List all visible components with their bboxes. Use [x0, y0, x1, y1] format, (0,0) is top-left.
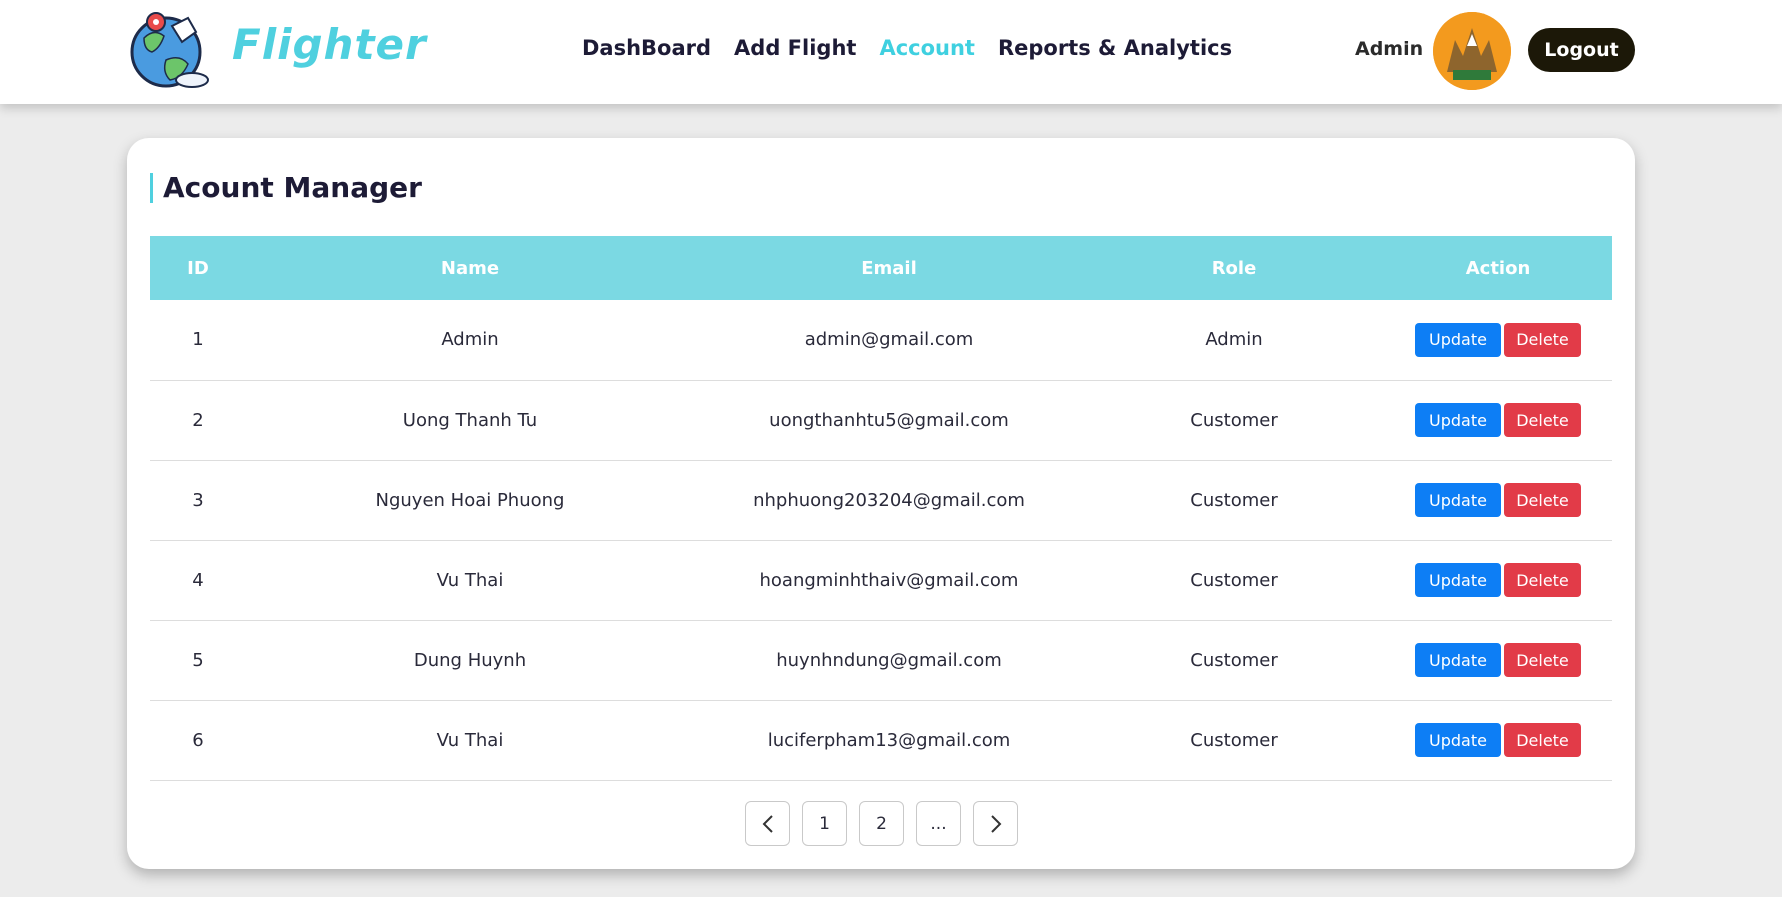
row-name: Nguyen Hoai Phuong: [375, 489, 565, 511]
brand-name[interactable]: Flighter: [232, 20, 427, 69]
logout-button[interactable]: Logout: [1528, 28, 1635, 72]
row-email: huynhndung@gmail.com: [776, 649, 1002, 671]
page-ellipsis-button[interactable]: ...: [916, 801, 961, 846]
row-actions: Update Delete: [1384, 300, 1612, 380]
row-name: Dung Huynh: [413, 649, 527, 671]
globe-plane-logo[interactable]: [126, 8, 214, 92]
row-actions: Update Delete: [1384, 620, 1612, 700]
table-row: 5 Dung Huynh huynhndung@gmail.com Custom…: [150, 620, 1612, 700]
row-name: Vu Thai: [436, 569, 504, 591]
update-button[interactable]: Update: [1415, 643, 1501, 677]
row-actions: Update Delete: [1384, 700, 1612, 780]
accounts-table: ID Name Email Role Action 1 Admin admin@…: [150, 236, 1612, 781]
avatar-image: [1433, 12, 1511, 90]
row-role: Customer: [1190, 489, 1278, 511]
row-role: Customer: [1190, 729, 1278, 751]
page-button-1[interactable]: 1: [802, 801, 847, 846]
column-header-action: Action: [1465, 257, 1531, 279]
row-name: Admin: [441, 329, 499, 351]
row-role: Customer: [1190, 409, 1278, 431]
row-id: 5: [192, 649, 204, 671]
update-button[interactable]: Update: [1415, 403, 1501, 437]
row-email: hoangminhthaiv@gmail.com: [759, 569, 1019, 591]
row-id: 1: [192, 329, 204, 351]
row-role: Customer: [1190, 649, 1278, 671]
delete-button[interactable]: Delete: [1504, 723, 1581, 757]
table-header-row: ID Name Email Role Action: [150, 236, 1612, 300]
update-button[interactable]: Update: [1415, 322, 1501, 357]
table-row: 6 Vu Thai luciferpham13@gmail.com Custom…: [150, 700, 1612, 780]
row-role: Admin: [1205, 329, 1263, 351]
row-id: 3: [192, 489, 204, 511]
column-header-email: Email: [861, 257, 917, 279]
delete-button[interactable]: Delete: [1504, 483, 1581, 517]
nav-dashboard[interactable]: DashBoard: [582, 36, 711, 60]
delete-button[interactable]: Delete: [1504, 643, 1581, 677]
table-row: 2 Uong Thanh Tu uongthanhtu5@gmail.com C…: [150, 380, 1612, 460]
column-header-name: Name: [440, 257, 500, 279]
chevron-right-icon: [990, 814, 1001, 833]
row-id: 4: [192, 569, 204, 591]
next-page-button[interactable]: [973, 801, 1018, 846]
chevron-left-icon: [762, 814, 773, 833]
avatar[interactable]: [1433, 12, 1511, 90]
row-name: Uong Thanh Tu: [402, 409, 538, 431]
main-nav: DashBoard Add Flight Account Reports & A…: [582, 36, 1232, 60]
row-email: nhphuong203204@gmail.com: [753, 489, 1025, 511]
row-name: Vu Thai: [436, 729, 504, 751]
update-button[interactable]: Update: [1415, 483, 1501, 517]
row-role: Customer: [1190, 569, 1278, 591]
page-button-2[interactable]: 2: [859, 801, 904, 846]
column-header-id: ID: [187, 257, 209, 279]
table-row: 3 Nguyen Hoai Phuong nhphuong203204@gmai…: [150, 460, 1612, 540]
update-button[interactable]: Update: [1415, 723, 1501, 757]
row-id: 6: [192, 729, 204, 751]
row-email: admin@gmail.com: [804, 329, 974, 351]
prev-page-button[interactable]: [745, 801, 790, 846]
current-user-name: Admin: [1355, 38, 1424, 60]
delete-button[interactable]: Delete: [1504, 563, 1581, 597]
delete-button[interactable]: Delete: [1504, 322, 1581, 357]
update-button[interactable]: Update: [1415, 563, 1501, 597]
row-email: uongthanhtu5@gmail.com: [769, 409, 1009, 431]
nav-reports-analytics[interactable]: Reports & Analytics: [998, 36, 1232, 60]
pagination: 1 2 ...: [745, 801, 1018, 846]
account-manager-card: Acount Manager ID Name Email Role Action…: [127, 138, 1635, 869]
column-header-role: Role: [1211, 257, 1257, 279]
row-actions: Update Delete: [1384, 460, 1612, 540]
nav-account[interactable]: Account: [879, 36, 975, 60]
row-id: 2: [192, 409, 204, 431]
delete-button[interactable]: Delete: [1504, 403, 1581, 437]
row-actions: Update Delete: [1384, 380, 1612, 460]
nav-add-flight[interactable]: Add Flight: [734, 36, 856, 60]
top-header: Flighter DashBoard Add Flight Account Re…: [0, 0, 1782, 104]
page-title: Acount Manager: [150, 173, 422, 203]
table-row: 1 Admin admin@gmail.com Admin Update Dele…: [150, 300, 1612, 380]
row-email: luciferpham13@gmail.com: [767, 729, 1011, 751]
table-row: 4 Vu Thai hoangminhthaiv@gmail.com Custo…: [150, 540, 1612, 620]
row-actions: Update Delete: [1384, 540, 1612, 620]
